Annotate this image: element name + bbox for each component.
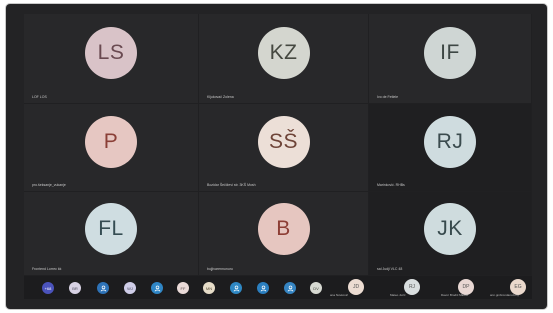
participant-dot[interactable]: BR	[69, 282, 81, 294]
avatar: RJ	[424, 116, 476, 169]
participant-dot[interactable]: FF	[177, 282, 189, 294]
participant-name: Kljukovač Zolena	[207, 95, 234, 99]
participant-name: pro.šeksanje_vukanje	[32, 183, 66, 187]
avatar: P	[85, 116, 137, 169]
participant-tile[interactable]: JK sal Judji VLC 48	[369, 192, 532, 276]
more-participants-button[interactable]: +68	[42, 282, 54, 294]
avatar: B	[257, 202, 310, 255]
participant-mini-tile[interactable]: JD	[348, 279, 364, 295]
participant-dot[interactable]	[230, 282, 242, 294]
participant-dot[interactable]	[284, 282, 296, 294]
participant-tile[interactable]: KZ Kljukovač Zolena	[199, 14, 369, 104]
participant-name: Marinković. RHBs	[377, 183, 405, 187]
participant-dot[interactable]	[257, 282, 269, 294]
avatar: LS	[85, 27, 137, 80]
person-icon	[260, 285, 266, 291]
participant-dot[interactable]: WJ	[124, 282, 136, 294]
participant-dot[interactable]: DV	[310, 282, 322, 294]
participant-name: bujjivarennunuru	[207, 267, 233, 271]
participant-grid: LS LOF LOS KZ Kljukovač Zolena IF Ivo de…	[24, 14, 532, 276]
participant-mini-name: Davor Brodić MEHR	[441, 293, 469, 297]
participant-tile[interactable]: B bujjivarennunuru	[199, 192, 369, 276]
participant-dot[interactable]: MN	[203, 282, 215, 294]
participant-tile[interactable]: FL Frontend Lorrec kk	[24, 192, 199, 276]
participant-name: sal Judji VLC 48	[377, 267, 403, 271]
participant-mini-name: Mateo Jurić	[390, 293, 406, 297]
participant-name: Bozidar Šečiževi str. 3KŠ Mosh	[207, 183, 256, 187]
participant-mini-name: ana Novković	[330, 293, 349, 297]
participant-tile[interactable]: LS LOF LOS	[24, 14, 199, 104]
participant-dot[interactable]	[97, 282, 109, 294]
participant-mini-tile[interactable]: RJ	[404, 279, 420, 295]
participant-tile[interactable]: RJ Marinković. RHBs	[369, 104, 532, 192]
participant-name: Ivo de Fetlele	[377, 95, 399, 99]
meeting-window: LS LOF LOS KZ Kljukovač Zolena IF Ivo de…	[24, 14, 532, 299]
participant-tile[interactable]: SŠ Bozidar Šečiževi str. 3KŠ Mosh	[199, 104, 369, 192]
person-icon	[154, 285, 160, 291]
participant-tile[interactable]: IF Ivo de Fetlele	[369, 14, 532, 104]
person-icon	[100, 285, 106, 291]
participant-dot[interactable]	[151, 282, 163, 294]
participant-mini-name: ann.gmbrondanozony	[490, 293, 520, 297]
avatar: SŠ	[257, 116, 310, 169]
avatar: JK	[424, 202, 476, 255]
participant-name: Frontend Lorrec kk	[32, 267, 62, 271]
participant-name: LOF LOS	[32, 95, 47, 99]
person-icon	[233, 285, 239, 291]
participant-tile[interactable]: P pro.šeksanje_vukanje	[24, 104, 199, 192]
person-icon	[287, 285, 293, 291]
avatar: KZ	[257, 27, 310, 80]
avatar: IF	[424, 27, 476, 80]
participant-strip: +68 BR WJ FF MN DV JD ana Novković RJ Ma…	[24, 276, 532, 299]
avatar: FL	[85, 202, 137, 255]
